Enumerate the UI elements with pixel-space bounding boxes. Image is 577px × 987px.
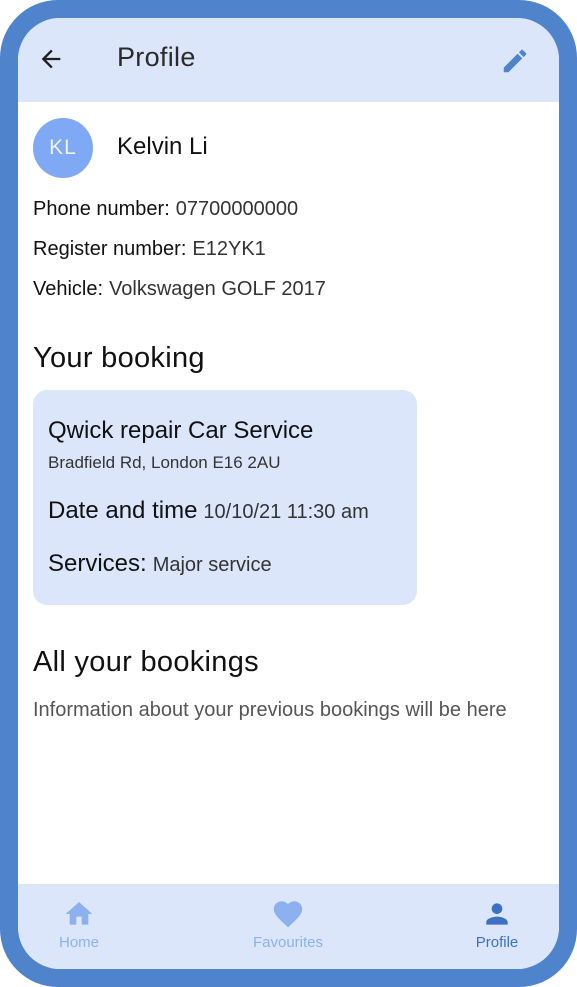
history-placeholder: Information about your previous bookings… — [33, 699, 507, 721]
person-icon — [486, 903, 508, 925]
edit-profile-button[interactable] — [499, 45, 531, 77]
all-bookings-heading: All your bookings — [33, 646, 259, 678]
shop-address: Bradfield Rd, London E16 2AU — [48, 453, 281, 472]
register-number-value: E12YK1 — [192, 238, 266, 260]
vehicle-label: Vehicle: — [33, 278, 104, 300]
phone-number-row: Phone number: 07700000000 — [33, 198, 298, 221]
avatar: KL — [33, 118, 93, 178]
phone-number-value: 07700000000 — [175, 198, 299, 220]
nav-home-label: Home — [58, 934, 99, 951]
arrow-back-icon — [41, 49, 61, 69]
page-title: Profile — [117, 42, 196, 72]
datetime-row: Date and time 10/10/21 11:30 am — [48, 497, 369, 525]
datetime-label: Date and time — [48, 497, 198, 524]
heart-icon — [273, 901, 303, 928]
your-booking-heading: Your booking — [33, 342, 205, 374]
vehicle-value: Volkswagen GOLF 2017 — [109, 278, 326, 300]
nav-home[interactable]: Home — [24, 898, 134, 958]
datetime-value: 10/10/21 11:30 am — [203, 501, 369, 523]
device-frame: Profile KL Kelvin Li Phone number: 077000… — [0, 0, 577, 987]
nav-favourites[interactable]: Favourites — [233, 898, 343, 958]
bottom-nav: Home Favourites Profile — [18, 884, 559, 969]
nav-profile[interactable]: Profile — [442, 898, 552, 958]
user-name: Kelvin Li — [117, 133, 208, 160]
services-label: Services: — [48, 550, 147, 577]
nav-favourites-label: Favourites — [252, 934, 324, 951]
phone-number-label: Phone number: — [33, 198, 170, 220]
nav-profile-label: Profile — [475, 934, 519, 951]
shop-name: Qwick repair Car Service — [48, 417, 314, 444]
booking-card[interactable]: Qwick repair Car Service Bradfield Rd, L… — [33, 390, 417, 605]
services-value: Major service — [152, 554, 272, 576]
vehicle-row: Vehicle: Volkswagen GOLF 2017 — [33, 278, 326, 301]
avatar-initials: KL — [49, 136, 77, 159]
register-number-row: Register number: E12YK1 — [33, 238, 266, 261]
pencil-icon — [503, 49, 527, 73]
back-button[interactable] — [36, 44, 66, 74]
register-number-label: Register number: — [33, 238, 187, 260]
services-row: Services: Major service — [48, 550, 272, 578]
home-icon — [65, 902, 93, 925]
app-bar: Profile — [18, 18, 559, 102]
screen: Profile KL Kelvin Li Phone number: 077000… — [18, 18, 559, 969]
